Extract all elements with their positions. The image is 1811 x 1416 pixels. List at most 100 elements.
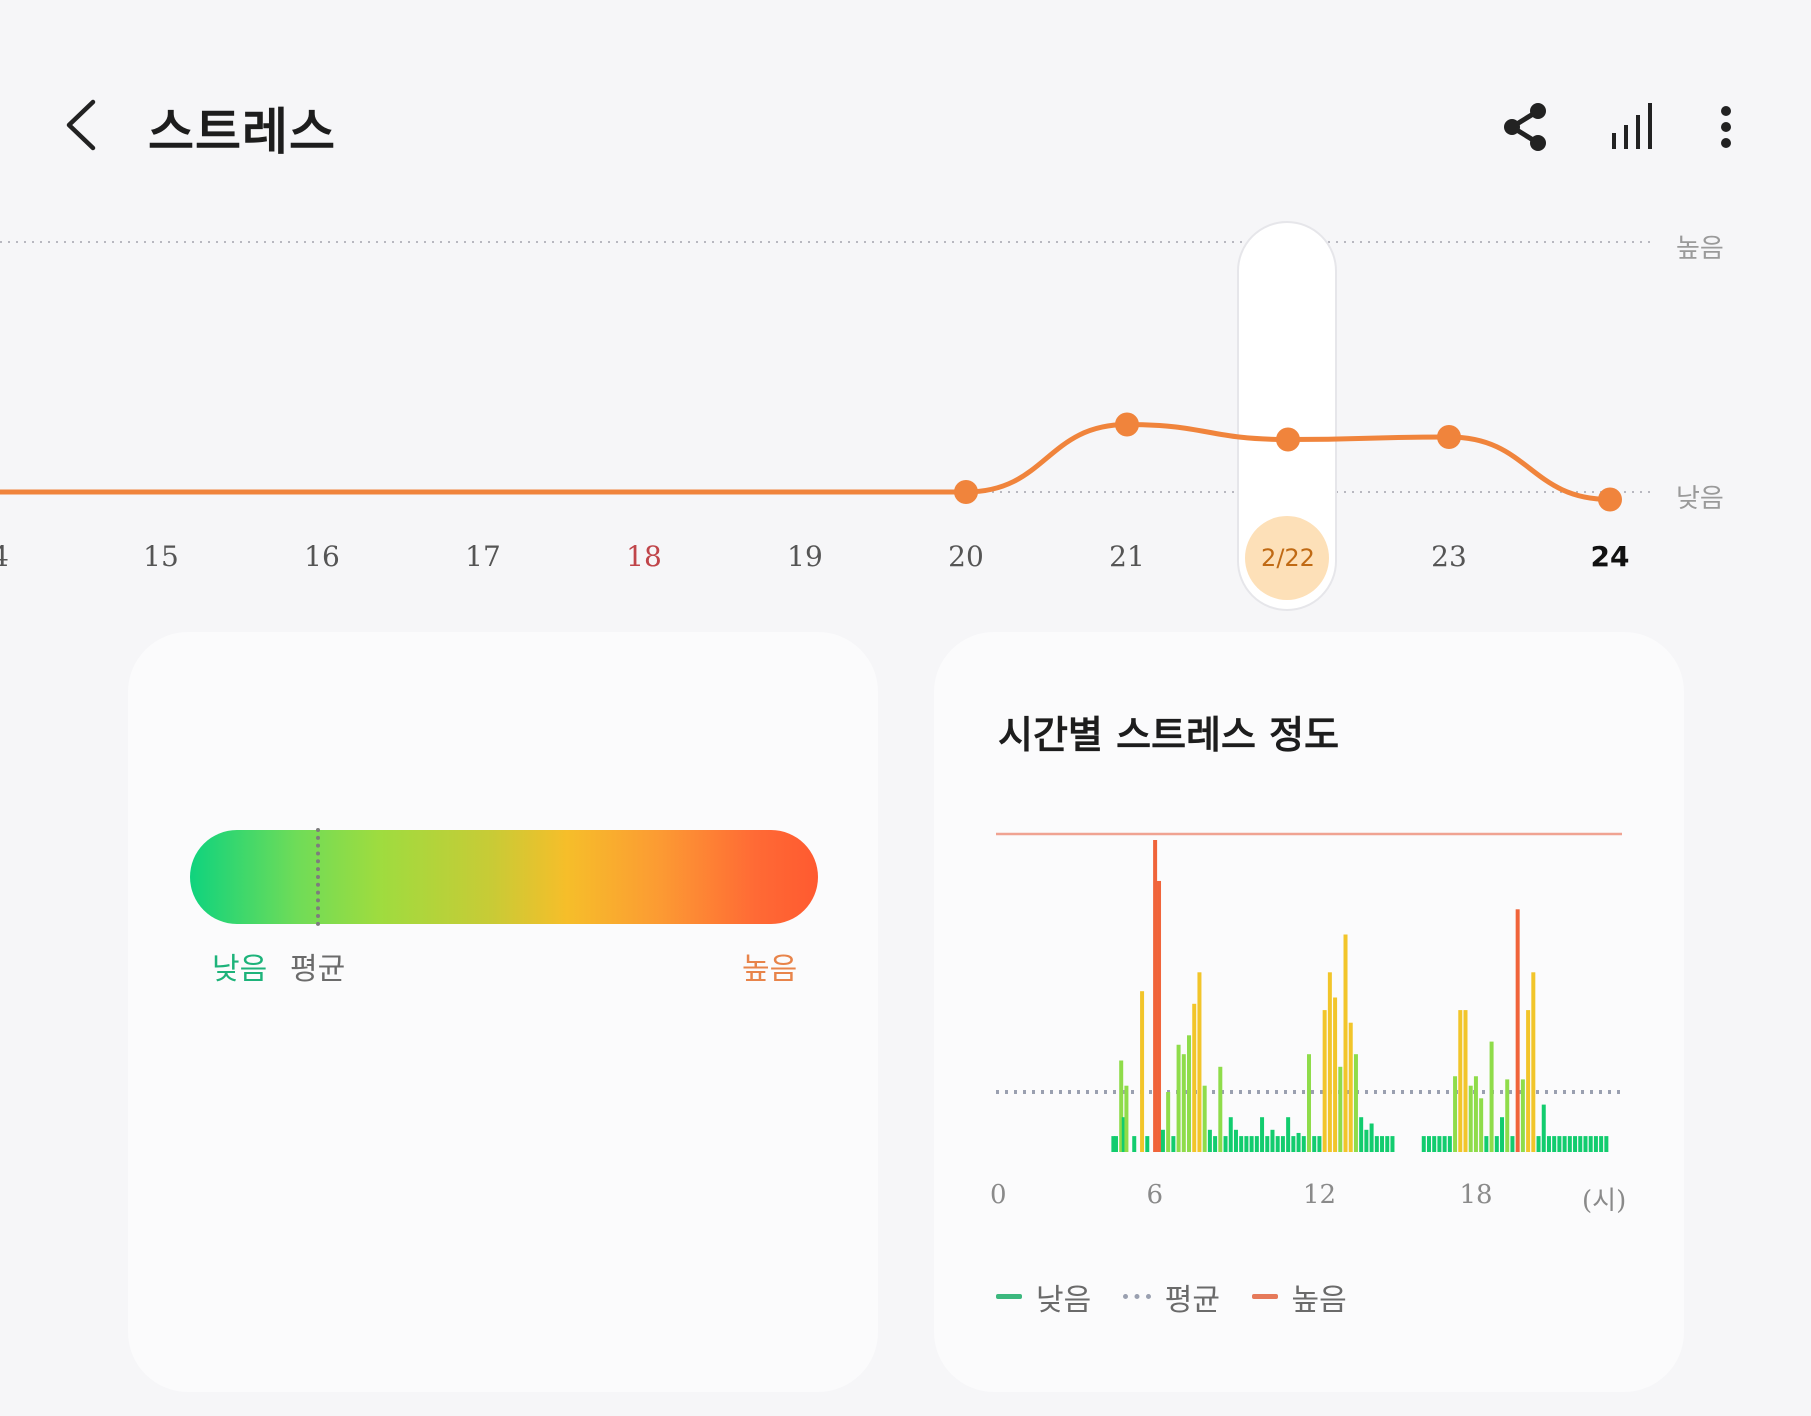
low-label: 낮음: [212, 952, 268, 987]
hourly-bar: [1197, 972, 1202, 1152]
hourly-bar: [1327, 972, 1332, 1152]
hourly-bar: [1171, 1136, 1176, 1152]
hourly-bar: [1453, 1076, 1458, 1152]
share-button[interactable]: [1498, 95, 1558, 159]
daily-stress-trend[interactable]: 높음 낮음 4 15 16 17 18 19 20 21 2/22 23 24: [0, 200, 1811, 620]
hourly-bar: [1426, 1136, 1431, 1152]
date-label[interactable]: 18: [604, 540, 684, 573]
date-label[interactable]: 2/22: [1248, 544, 1328, 572]
trend-line: [0, 421, 1613, 502]
hourly-bar: [1494, 1136, 1499, 1152]
hourly-bar: [1275, 1136, 1280, 1152]
legend-low: 낮음: [996, 1275, 1091, 1319]
app-header: 스트레스: [0, 0, 1811, 200]
hourly-bar: [1546, 1136, 1551, 1152]
hourly-bar: [1260, 1117, 1265, 1152]
stats-button[interactable]: [1604, 95, 1664, 159]
legend-high-label: 높음: [1291, 1282, 1347, 1318]
hourly-bar: [1254, 1136, 1259, 1152]
hourly-bar: [1348, 1022, 1353, 1152]
chart-legend: 낮음 평균 높음: [996, 1272, 1369, 1318]
hourly-bar: [1160, 1129, 1165, 1152]
hourly-bar: [1369, 1123, 1374, 1152]
hourly-bar: [1124, 1085, 1129, 1152]
hourly-bar: [1588, 1136, 1593, 1152]
hourly-bar: [1166, 1092, 1171, 1152]
share-icon: [1504, 103, 1546, 151]
hourly-bar: [1218, 1066, 1223, 1152]
hourly-bar: [1153, 840, 1158, 1152]
date-label[interactable]: 19: [765, 540, 845, 573]
hourly-bar: [1385, 1136, 1390, 1152]
trend-point[interactable]: [1437, 425, 1461, 449]
trend-chart: [0, 221, 1650, 611]
trend-point[interactable]: [954, 480, 978, 504]
hourly-bar: [1421, 1136, 1426, 1152]
hourly-bar: [1432, 1136, 1437, 1152]
back-button[interactable]: [55, 90, 115, 160]
more-options-button[interactable]: [1696, 95, 1756, 159]
date-label[interactable]: 16: [282, 540, 362, 573]
hourly-bar: [1140, 991, 1145, 1152]
hourly-bar: [1447, 1136, 1452, 1152]
hourly-bar: [1213, 1136, 1218, 1152]
trend-point[interactable]: [1598, 487, 1622, 512]
hourly-bar: [1317, 1136, 1322, 1152]
hourly-stress-chart: [996, 832, 1622, 1152]
date-label[interactable]: 15: [121, 540, 201, 573]
hourly-bar: [1562, 1136, 1567, 1152]
hourly-bar: [1510, 1136, 1515, 1152]
hourly-bar: [1599, 1136, 1604, 1152]
hourly-bar: [1505, 1079, 1510, 1152]
hourly-bar: [1307, 1054, 1311, 1152]
hourly-bar: [1233, 1129, 1238, 1152]
hourly-bar: [1113, 1136, 1118, 1152]
hourly-bar: [1458, 1010, 1463, 1152]
level-high-label: 높음: [1676, 234, 1724, 264]
trend-point[interactable]: [1115, 412, 1139, 437]
hourly-bar: [1270, 1129, 1275, 1152]
hourly-bar: [1390, 1136, 1395, 1152]
date-label[interactable]: 23: [1409, 540, 1489, 573]
date-label[interactable]: 24: [1570, 540, 1650, 573]
bar-signal-icon: [1612, 103, 1652, 149]
date-label[interactable]: 17: [443, 540, 523, 573]
hourly-bar: [1244, 1136, 1249, 1152]
hourly-bar: [1343, 934, 1348, 1152]
hourly-bar: [1526, 1010, 1531, 1152]
average-marker: [316, 828, 320, 926]
hourly-bar: [1333, 997, 1338, 1152]
trend-point[interactable]: [1276, 427, 1300, 452]
hourly-stress-card[interactable]: 시간별 스트레스 정도 0 6 12 18 (시) 낮음 평균 높음: [934, 632, 1684, 1392]
hourly-bar: [1520, 1079, 1525, 1152]
high-label: 높음: [742, 952, 798, 987]
hourly-bar: [1353, 1054, 1358, 1152]
hourly-bar: [1468, 1085, 1473, 1152]
hourly-bar: [1207, 1129, 1212, 1152]
hourly-bar: [1301, 1136, 1306, 1152]
stress-summary-card[interactable]: 낮음 평균 높음: [128, 632, 878, 1392]
hourly-bar: [1187, 1035, 1192, 1152]
hourly-bar: [1541, 1104, 1546, 1152]
hourly-bar: [1223, 1136, 1228, 1152]
hourly-bar: [1312, 1136, 1317, 1152]
hourly-bar: [1228, 1117, 1233, 1152]
hourly-bar: [1291, 1136, 1296, 1152]
hourly-bar: [1286, 1117, 1291, 1152]
hourly-bar: [1557, 1136, 1562, 1152]
legend-high-swatch: [1251, 1294, 1278, 1299]
date-label[interactable]: 20: [926, 540, 1006, 573]
legend-high: 높음: [1251, 1275, 1347, 1319]
date-label[interactable]: 4: [0, 540, 40, 573]
hourly-bar: [1176, 1044, 1181, 1152]
hourly-bar: [1552, 1136, 1557, 1152]
hourly-bar: [1515, 909, 1520, 1152]
hourly-bar: [1437, 1136, 1442, 1152]
hourly-bar: [1265, 1136, 1270, 1152]
date-label[interactable]: 21: [1087, 540, 1167, 573]
hourly-bar: [1132, 1136, 1137, 1152]
hourly-bar: [1380, 1136, 1385, 1152]
hourly-bar: [1364, 1129, 1369, 1152]
more-vertical-icon: [1721, 106, 1731, 148]
hourly-bar: [1484, 1136, 1489, 1152]
